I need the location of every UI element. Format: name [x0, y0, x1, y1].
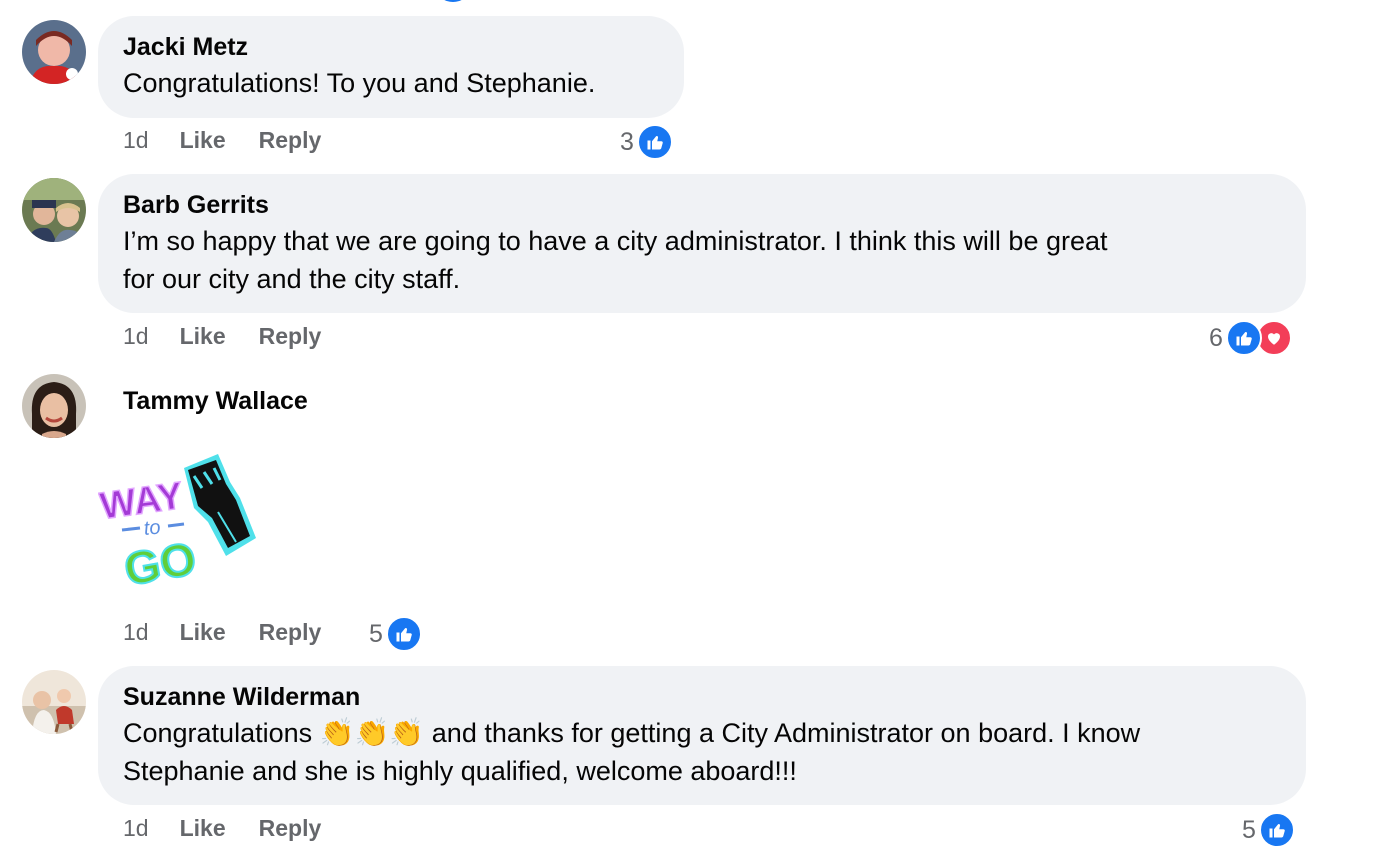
reaction-count: 3: [620, 127, 634, 156]
reaction-icon-partial: [438, 0, 468, 2]
comment-text-line: I’m so happy that we are going to have a…: [123, 226, 1108, 256]
reply-button[interactable]: Reply: [259, 815, 322, 842]
reaction-count: 5: [369, 619, 383, 648]
comment-author[interactable]: Barb Gerrits: [123, 188, 1281, 222]
like-button[interactable]: Like: [180, 127, 226, 154]
reaction-count: 6: [1209, 323, 1223, 352]
comment-timestamp[interactable]: 1d: [123, 127, 149, 154]
comment-actions: 1d Like Reply: [123, 127, 321, 154]
reply-button[interactable]: Reply: [259, 127, 322, 154]
comment-author[interactable]: Tammy Wallace: [123, 384, 308, 418]
sticker-word-way: WAY: [98, 475, 186, 528]
reply-button[interactable]: Reply: [259, 323, 322, 350]
clapping-hands-icon: 👏: [354, 717, 390, 748]
like-icon: [1258, 812, 1295, 848]
comment-actions: 1d Like Reply: [123, 619, 321, 646]
comment-timestamp[interactable]: 1d: [123, 619, 149, 646]
comment-bubble: Barb Gerrits I’m so happy that we are go…: [98, 174, 1306, 313]
like-button[interactable]: Like: [180, 619, 226, 646]
reaction-summary[interactable]: 5: [369, 616, 422, 652]
reaction-summary[interactable]: 5: [1242, 812, 1295, 848]
like-button[interactable]: Like: [180, 815, 226, 842]
reaction-summary[interactable]: 3: [620, 124, 673, 160]
comment-text-line: Stephanie and she is highly qualified, w…: [123, 756, 797, 786]
clapping-hands-icon: 👏: [389, 717, 425, 748]
like-icon: [636, 124, 673, 160]
reply-button[interactable]: Reply: [259, 619, 322, 646]
comment-text-segment: Congratulations: [123, 718, 313, 748]
comment-timestamp[interactable]: 1d: [123, 323, 149, 350]
comment-text: Congratulations! To you and Stephanie.: [123, 68, 596, 98]
comment-bubble: Jacki Metz Congratulations! To you and S…: [98, 16, 684, 118]
comment-text-line: for our city and the city staff.: [123, 264, 461, 294]
reaction-count: 5: [1242, 815, 1256, 844]
comment-actions: 1d Like Reply: [123, 815, 321, 842]
comment-author[interactable]: Suzanne Wilderman: [123, 680, 1281, 714]
comment-author[interactable]: Jacki Metz: [123, 30, 659, 64]
avatar[interactable]: [22, 20, 86, 84]
sticker-word-to: to: [143, 516, 162, 540]
avatar[interactable]: [22, 178, 86, 242]
like-button[interactable]: Like: [180, 323, 226, 350]
clapping-hands-icon: 👏: [319, 717, 355, 748]
sticker-word-go: GO: [120, 532, 200, 588]
comment-actions: 1d Like Reply: [123, 323, 321, 350]
comment-timestamp[interactable]: 1d: [123, 815, 149, 842]
comment-bubble: Suzanne Wilderman Congratulations 👏👏👏 an…: [98, 666, 1306, 805]
reaction-summary[interactable]: 6: [1209, 320, 1292, 356]
like-icon: [385, 616, 422, 652]
way-to-go-sticker[interactable]: WAY to GO: [97, 452, 258, 596]
like-icon: [1225, 320, 1262, 356]
comment-text-line: Congratulations 👏👏👏 and thanks for getti…: [123, 714, 1281, 752]
raised-fist-icon: [184, 454, 256, 556]
comment-text-segment: and thanks for getting a City Administra…: [431, 718, 1141, 748]
avatar[interactable]: [22, 670, 86, 734]
avatar[interactable]: [22, 374, 86, 438]
